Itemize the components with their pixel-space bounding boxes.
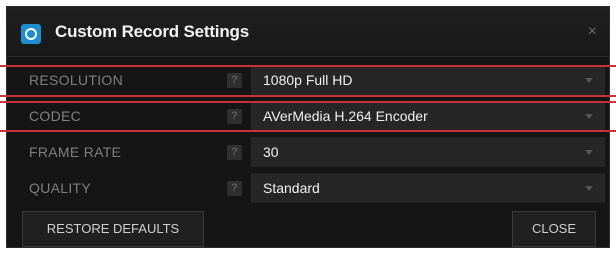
resolution-select[interactable]: 1080p Full HD — [251, 65, 605, 95]
highlight-line — [0, 95, 616, 97]
chevron-down-icon — [585, 114, 593, 119]
frame-rate-select[interactable]: 30 — [251, 137, 605, 167]
help-icon[interactable]: ? — [227, 181, 242, 196]
highlight-line — [0, 130, 616, 132]
codec-label: CODEC — [29, 108, 82, 124]
restore-defaults-button[interactable]: RESTORE DEFAULTS — [22, 211, 204, 247]
resolution-value: 1080p Full HD — [263, 72, 353, 88]
help-icon[interactable]: ? — [227, 109, 242, 124]
resolution-label: RESOLUTION — [29, 72, 124, 88]
frame-rate-label: FRAME RATE — [29, 144, 122, 160]
dialog-titlebar: Custom Record Settings × — [7, 7, 609, 57]
quality-value: Standard — [263, 180, 320, 196]
highlight-line — [0, 65, 616, 67]
codec-select[interactable]: AVerMedia H.264 Encoder — [251, 101, 605, 131]
chevron-down-icon — [585, 78, 593, 83]
setting-row-quality: QUALITY ? Standard — [17, 173, 605, 203]
quality-select[interactable]: Standard — [251, 173, 605, 203]
close-button[interactable]: CLOSE — [512, 211, 596, 247]
close-icon[interactable]: × — [588, 24, 597, 40]
highlight-line — [0, 101, 616, 103]
help-icon[interactable]: ? — [227, 145, 242, 160]
codec-value: AVerMedia H.264 Encoder — [263, 108, 428, 124]
setting-row-resolution: RESOLUTION ? 1080p Full HD — [17, 65, 605, 95]
help-icon[interactable]: ? — [227, 73, 242, 88]
chevron-down-icon — [585, 150, 593, 155]
setting-row-frame-rate: FRAME RATE ? 30 — [17, 137, 605, 167]
frame-rate-value: 30 — [263, 144, 279, 160]
record-icon — [21, 24, 41, 44]
chevron-down-icon — [585, 186, 593, 191]
quality-label: QUALITY — [29, 180, 92, 196]
dialog-title: Custom Record Settings — [55, 22, 249, 41]
setting-row-codec: CODEC ? AVerMedia H.264 Encoder — [17, 101, 605, 131]
